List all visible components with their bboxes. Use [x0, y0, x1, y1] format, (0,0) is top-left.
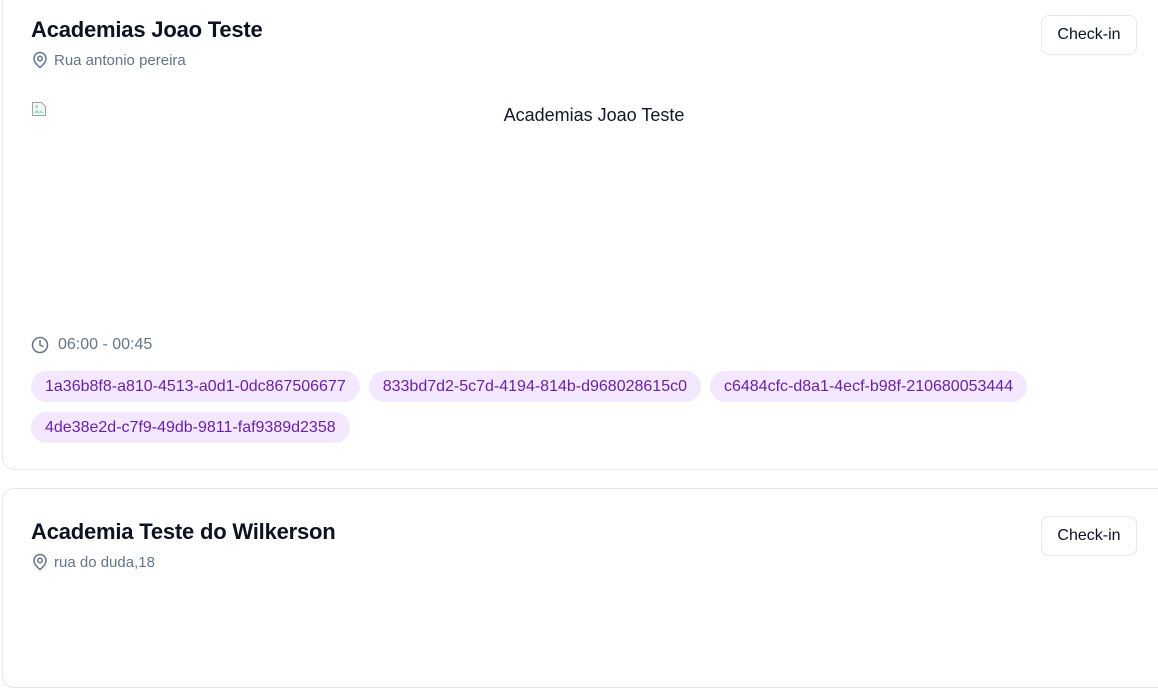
gym-address-text: Rua antonio pereira	[54, 51, 186, 69]
gym-image-alt-text: Academias Joao Teste	[503, 105, 685, 125]
gym-image: Academias Joao Teste	[31, 101, 1158, 309]
gym-tag: 1a36b8f8-a810-4513-a0d1-0dc867506677	[31, 371, 360, 402]
gym-card: Academias Joao Teste Rua antonio pereira…	[2, 0, 1158, 470]
gym-tag: 4de38e2d-c7f9-49db-9811-faf9389d2358	[31, 412, 350, 443]
check-in-button[interactable]: Check-in	[1041, 15, 1137, 55]
map-pin-icon	[31, 51, 49, 69]
map-pin-icon	[31, 553, 49, 571]
gym-title: Academias Joao Teste	[31, 17, 263, 42]
gym-address: rua do duda,18	[31, 553, 155, 571]
check-in-button[interactable]: Check-in	[1041, 516, 1137, 556]
gym-card: Academia Teste do Wilkerson rua do duda,…	[2, 488, 1158, 688]
gym-tag: 833bd7d2-5c7d-4194-814b-d968028615c0	[368, 371, 701, 402]
gym-tag: c6484cfc-d8a1-4ecf-b98f-210680053444	[709, 371, 1028, 402]
clock-icon	[31, 336, 49, 354]
gym-title: Academia Teste do Wilkerson	[31, 519, 336, 544]
gym-address-text: rua do duda,18	[54, 553, 155, 571]
gym-hours-text: 06:00 - 00:45	[58, 336, 153, 353]
gym-tags: 1a36b8f8-a810-4513-a0d1-0dc867506677 833…	[31, 371, 1141, 443]
gym-hours: 06:00 - 00:45	[31, 336, 152, 354]
gym-address: Rua antonio pereira	[31, 51, 186, 69]
